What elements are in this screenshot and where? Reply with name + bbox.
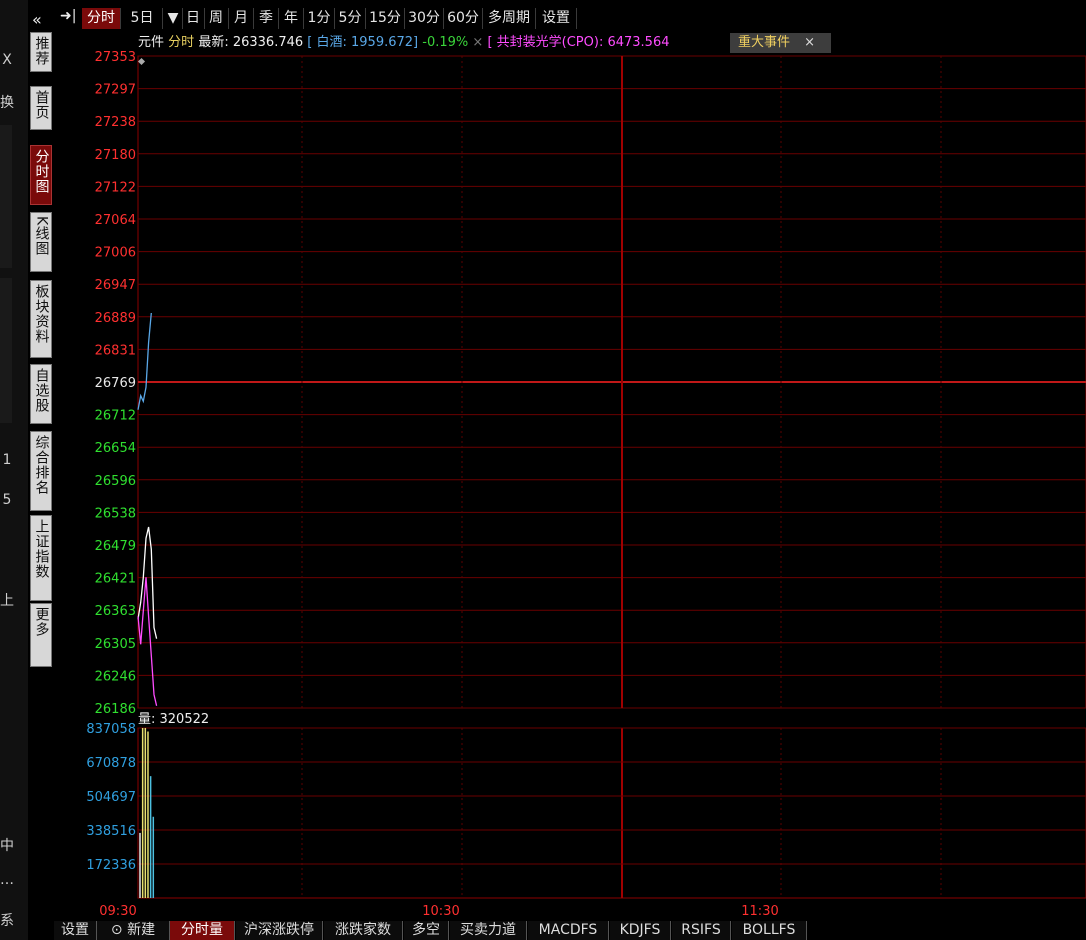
- price-axis-label: 27297: [95, 83, 136, 98]
- volume-axis-label: 670878: [86, 756, 136, 771]
- price-axis-label: 26712: [95, 409, 136, 424]
- bottom-tab-5[interactable]: 多空: [404, 921, 449, 940]
- price-axis-label: 26363: [95, 604, 136, 619]
- latest-value: 26336.746: [232, 35, 304, 50]
- bottom-tab-3[interactable]: 沪深涨跌停: [236, 921, 323, 940]
- change-percent: -0.19%: [422, 35, 469, 50]
- chart-start-marker: [137, 57, 146, 66]
- price-axis-label: 26305: [95, 637, 136, 652]
- price-axis-label: 26479: [95, 539, 136, 554]
- bottom-tab-7[interactable]: MACDFS: [528, 921, 609, 940]
- major-event-button[interactable]: 重大事件 ×: [730, 33, 831, 53]
- price-axis-label: 26654: [95, 441, 136, 456]
- intraday-chart: 27353 27297 27238 27180 27122 27064 27006 26947…: [86, 50, 1086, 919]
- volume-axis-label: 504697: [86, 790, 136, 805]
- major-event-label: 重大事件: [738, 35, 791, 50]
- latest-label: 最新:: [198, 35, 229, 50]
- price-axis-label: 27122: [95, 180, 136, 195]
- price-axis-label: 27180: [95, 148, 136, 163]
- compare-baijiu: [ 白酒: 1959.672]: [307, 35, 419, 50]
- price-axis-label: 26421: [95, 572, 136, 587]
- price-axis-label: 26246: [95, 669, 136, 684]
- indicator-tab-bar: 设置 ⊙ 新建 分时量 沪深涨跌停 涨跌家数 多空 买卖力道 MACDFS KDJFS RSIFS…: [54, 921, 1086, 940]
- close-icon[interactable]: ×: [804, 35, 815, 50]
- bottom-tab-0[interactable]: 设置: [54, 921, 97, 940]
- price-series-line: [137, 312, 152, 410]
- bottom-tab-6[interactable]: 买卖力道: [450, 921, 527, 940]
- price-axis-label: 27238: [95, 115, 136, 130]
- bottom-tab-1[interactable]: ⊙ 新建: [97, 921, 170, 940]
- price-axis-label: 26947: [95, 278, 136, 293]
- volume-panel-frame: [137, 727, 1086, 899]
- price-axis-label: 27064: [95, 213, 136, 228]
- price-series-line: [137, 526, 158, 639]
- close-compare-icon[interactable]: ×: [472, 35, 483, 50]
- chart-mode: 分时: [168, 35, 195, 50]
- bottom-tab-10[interactable]: BOLLFS: [732, 921, 807, 940]
- price-axis-label: 27353: [95, 50, 136, 65]
- volume-axis-label: 172336: [86, 858, 136, 873]
- volume-axis-label: 338516: [86, 824, 136, 839]
- price-axis-label: 26889: [95, 311, 136, 326]
- time-axis-label: 11:30: [741, 904, 778, 919]
- price-axis-label: 27006: [95, 246, 136, 261]
- price-axis-label: 26596: [95, 474, 136, 489]
- time-axis-label: 09:30: [99, 904, 136, 919]
- chart-info-line: 元件 分时 最新: 26336.746 [ 白酒: 1959.672] -0.1…: [138, 32, 670, 54]
- compare-cpo: [ 共封装光学(CPO): 6473.564: [487, 35, 670, 50]
- bottom-tab-2[interactable]: 分时量: [170, 921, 235, 940]
- volume-axis-label: 837058: [86, 722, 136, 737]
- stock-name: 元件: [138, 35, 165, 50]
- volume-value-label: 量: 320522: [138, 712, 209, 727]
- bottom-tab-4[interactable]: 涨跌家数: [324, 921, 403, 940]
- price-axis-label: 26769: [95, 376, 136, 391]
- bottom-tab-8[interactable]: KDJFS: [610, 921, 671, 940]
- bottom-tab-9[interactable]: RSIFS: [672, 921, 731, 940]
- price-axis-label: 26538: [95, 506, 136, 521]
- time-axis-label: 10:30: [422, 904, 459, 919]
- price-axis-label: 26831: [95, 343, 136, 358]
- price-axis-label: 26186: [95, 702, 136, 717]
